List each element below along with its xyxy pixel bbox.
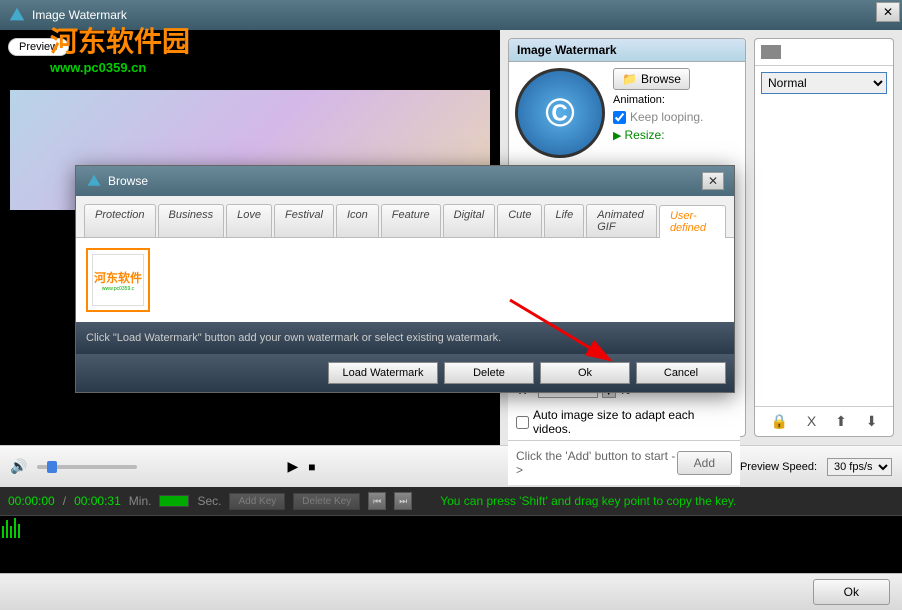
volume-slider[interactable] — [37, 465, 137, 469]
keep-looping-checkbox[interactable]: Keep looping. — [613, 110, 739, 124]
tab-cute[interactable]: Cute — [497, 204, 542, 237]
auto-size-checkbox[interactable]: Auto image size to adapt each videos. — [508, 404, 740, 440]
move-down-icon[interactable]: ⬇ — [866, 413, 878, 430]
tab-life[interactable]: Life — [544, 204, 584, 237]
browse-button[interactable]: 📁 Browse — [613, 68, 690, 90]
close-icon: ✕ — [883, 5, 893, 19]
dialog-cancel-button[interactable]: Cancel — [636, 362, 726, 384]
watermark-thumbnail: © — [515, 68, 605, 158]
speed-label: Preview Speed: — [740, 461, 817, 473]
watermark-thumb-item[interactable]: 河东软件 www.pc0359.c — [86, 248, 150, 312]
tab-user-defined[interactable]: User-defined — [659, 205, 726, 238]
playback-bar: 🔊 ▶ ■ Preview Speed: 30 fps/s — [0, 445, 902, 487]
delete-key-button[interactable]: Delete Key — [293, 493, 360, 510]
animation-label: Animation: — [613, 94, 739, 106]
next-key-button[interactable]: ⏭ — [394, 492, 412, 510]
tab-animated-gif[interactable]: Animated GIF — [586, 204, 657, 237]
time-duration: 00:00:31 — [74, 494, 121, 508]
add-button[interactable]: Add — [677, 451, 732, 475]
level-indicator — [159, 495, 189, 507]
tab-festival[interactable]: Festival — [274, 204, 334, 237]
dialog-close-button[interactable]: ✕ — [702, 172, 724, 190]
layers-header — [755, 39, 893, 66]
stop-button[interactable]: ■ — [308, 460, 315, 474]
tab-content: 河东软件 www.pc0359.c — [76, 237, 734, 322]
speed-select[interactable]: 30 fps/s — [827, 458, 892, 476]
dialog-logo-icon — [86, 173, 102, 189]
timeline-hint: You can press 'Shift' and drag key point… — [440, 494, 736, 508]
time-current: 00:00:00 — [8, 494, 55, 508]
overlay-url: www.pc0359.cn — [50, 60, 190, 75]
play-button[interactable]: ▶ — [287, 458, 298, 475]
blend-mode-select[interactable]: Normal — [761, 72, 887, 94]
add-hint: Click the 'Add' button to start -> — [516, 449, 677, 477]
tab-icon[interactable]: Icon — [336, 204, 379, 237]
bottom-bar: Ok — [0, 573, 902, 610]
tab-business[interactable]: Business — [158, 204, 225, 237]
main-ok-button[interactable]: Ok — [813, 579, 890, 605]
tab-feature[interactable]: Feature — [381, 204, 441, 237]
timeline-bar: 00:00:00 / 00:00:31 Min. Sec. Add Key De… — [0, 487, 902, 515]
layers-panel: Normal 🔒 X ⬆ ⬇ — [754, 38, 894, 437]
prev-key-button[interactable]: ⏮ — [368, 492, 386, 510]
browse-dialog: Browse ✕ ProtectionBusinessLoveFestivalI… — [75, 165, 735, 393]
dialog-title: Browse — [108, 174, 148, 188]
load-watermark-button[interactable]: Load Watermark — [328, 362, 438, 384]
add-key-button[interactable]: Add Key — [229, 493, 285, 510]
dialog-tabs: ProtectionBusinessLoveFestivalIconFeatur… — [76, 196, 734, 237]
overlay-title: 河东软件园 — [50, 20, 190, 60]
speaker-icon[interactable]: 🔊 — [10, 458, 27, 475]
dialog-titlebar: Browse ✕ — [76, 166, 734, 196]
resize-link[interactable]: ▶ Resize: — [613, 128, 739, 142]
app-logo-icon — [8, 6, 26, 24]
overlay-watermark: 河东软件园 www.pc0359.cn — [50, 20, 190, 75]
move-up-icon[interactable]: ⬆ — [835, 413, 847, 430]
tab-protection[interactable]: Protection — [84, 204, 156, 237]
dialog-hint: Click "Load Watermark" button add your o… — [76, 322, 734, 354]
watermark-header: Image Watermark — [509, 39, 745, 62]
timeline-track[interactable] — [0, 515, 902, 573]
window-close-button[interactable]: ✕ — [876, 2, 900, 22]
folder-icon: 📁 — [622, 72, 637, 86]
dialog-delete-button[interactable]: Delete — [444, 362, 534, 384]
layers-icon — [761, 45, 781, 59]
tab-digital[interactable]: Digital — [443, 204, 496, 237]
lock-icon[interactable]: 🔒 — [770, 413, 787, 430]
delete-layer-icon[interactable]: X — [807, 413, 816, 430]
dialog-ok-button[interactable]: Ok — [540, 362, 630, 384]
tab-love[interactable]: Love — [226, 204, 272, 237]
